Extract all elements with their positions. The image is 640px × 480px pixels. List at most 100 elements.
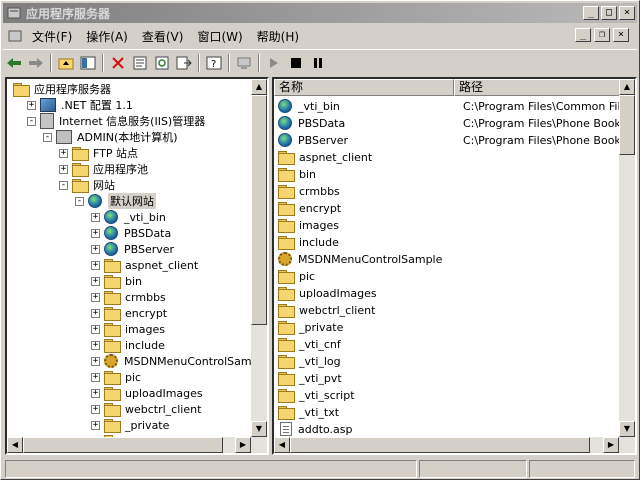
scroll-left-icon[interactable]: ◀ — [274, 437, 290, 453]
list-item[interactable]: _vti_bin C:\Program Files\Common Fil — [278, 98, 621, 114]
list-item[interactable]: _private — [278, 319, 618, 335]
expand-icon[interactable]: + — [91, 388, 100, 398]
list-item[interactable]: _vti_pvt — [278, 370, 618, 386]
list-item[interactable]: _vti_txt — [278, 404, 618, 420]
tree-node[interactable]: + aspnet_client — [91, 257, 198, 273]
expand-icon[interactable]: + — [91, 244, 100, 254]
tree-node[interactable]: + uploadImages — [91, 385, 203, 401]
scroll-thumb[interactable] — [290, 437, 590, 453]
expand-icon[interactable]: + — [91, 340, 100, 350]
tree-node[interactable]: + webctrl_client — [91, 401, 201, 417]
tree-node[interactable]: - ADMIN(本地计算机) — [43, 129, 178, 145]
list-item[interactable]: _vti_script — [278, 387, 618, 403]
server-icon[interactable] — [233, 53, 255, 73]
expand-icon[interactable]: + — [91, 212, 100, 222]
tree-node[interactable]: + encrypt — [91, 305, 167, 321]
show-tree-icon[interactable] — [77, 53, 99, 73]
collapse-icon[interactable]: - — [43, 132, 52, 142]
collapse-icon[interactable]: - — [75, 196, 84, 206]
tree-node[interactable]: + MSDNMenuControlSample — [91, 353, 267, 369]
list-pane[interactable]: 名称 路径 _vti_bin C:\Program Files\Common Fi… — [272, 77, 637, 455]
list-item[interactable]: webctrl_client — [278, 302, 618, 318]
list-item[interactable]: crmbbs — [278, 183, 618, 199]
tree-horizontal-scrollbar[interactable]: ◀ ▶ — [7, 437, 267, 453]
title-bar[interactable]: 应用程序服务器 _ □ × — [3, 3, 637, 23]
tree-node[interactable]: + bin — [91, 273, 142, 289]
tree-node[interactable]: 应用程序服务器 — [11, 81, 111, 97]
minimize-button[interactable]: _ — [583, 6, 599, 20]
mdi-minimize-button[interactable]: _ — [575, 28, 591, 42]
scroll-right-icon[interactable]: ▶ — [603, 437, 619, 453]
tree-pane[interactable]: 应用程序服务器 + .NET 配置 1.1- Internet 信息服务(IIS)管理… — [5, 77, 269, 455]
expand-icon[interactable]: + — [59, 164, 68, 174]
expand-icon[interactable]: + — [27, 100, 36, 110]
pause-icon[interactable] — [307, 53, 329, 73]
list-item[interactable]: uploadImages — [278, 285, 618, 301]
menu-help[interactable]: 帮助(H) — [250, 28, 306, 45]
tree-node[interactable]: + crmbbs — [91, 289, 166, 305]
expand-icon[interactable]: + — [91, 404, 100, 414]
menu-action[interactable]: 操作(A) — [79, 28, 135, 45]
tree-node[interactable]: + PBSData — [91, 225, 171, 241]
tree-node[interactable]: + include — [91, 337, 165, 353]
list-item[interactable]: PBSData C:\Program Files\Phone Book — [278, 115, 621, 131]
stop-icon[interactable] — [285, 53, 307, 73]
expand-icon[interactable]: + — [91, 292, 100, 302]
list-item[interactable]: _vti_cnf — [278, 336, 618, 352]
tree-node[interactable]: + pic — [91, 369, 141, 385]
export-icon[interactable] — [173, 53, 195, 73]
scroll-thumb[interactable] — [23, 437, 223, 453]
mdi-icon[interactable] — [7, 28, 23, 44]
list-item[interactable]: include — [278, 234, 618, 250]
list-item[interactable]: images — [278, 217, 618, 233]
tree-node[interactable]: + FTP 站点 — [59, 145, 138, 161]
help-icon[interactable]: ? — [203, 53, 225, 73]
scroll-thumb[interactable] — [619, 95, 635, 155]
back-icon[interactable] — [3, 53, 25, 73]
delete-icon[interactable] — [107, 53, 129, 73]
tree-node[interactable]: + _vti_bin — [91, 209, 166, 225]
list-horizontal-scrollbar[interactable]: ◀ ▶ — [274, 437, 635, 453]
up-folder-icon[interactable] — [55, 53, 77, 73]
tree-node[interactable]: - 网站 — [59, 177, 115, 193]
expand-icon[interactable]: + — [91, 420, 100, 430]
tree-node[interactable]: - 默认网站 — [75, 193, 156, 209]
expand-icon[interactable]: + — [91, 308, 100, 318]
expand-icon[interactable]: + — [91, 324, 100, 334]
scroll-up-icon[interactable]: ▲ — [251, 79, 267, 95]
collapse-icon[interactable]: - — [59, 180, 68, 190]
tree-node[interactable]: + _private — [91, 417, 169, 433]
scroll-left-icon[interactable]: ◀ — [7, 437, 23, 453]
menu-window[interactable]: 窗口(W) — [190, 28, 249, 45]
tree-node[interactable]: - Internet 信息服务(IIS)管理器 — [27, 113, 205, 129]
menu-file[interactable]: 文件(F) — [25, 28, 79, 45]
scroll-up-icon[interactable]: ▲ — [619, 79, 635, 95]
expand-icon[interactable]: + — [91, 228, 100, 238]
close-button[interactable]: × — [619, 6, 635, 20]
expand-icon[interactable]: + — [59, 148, 68, 158]
collapse-icon[interactable]: - — [27, 116, 36, 126]
list-item[interactable]: PBServer C:\Program Files\Phone Book — [278, 132, 621, 148]
scroll-thumb[interactable] — [251, 95, 267, 325]
forward-icon[interactable] — [25, 53, 47, 73]
list-item[interactable]: bin — [278, 166, 618, 182]
tree-node[interactable]: + .NET 配置 1.1 — [27, 97, 133, 113]
expand-icon[interactable]: + — [91, 372, 100, 382]
list-item[interactable]: MSDNMenuControlSample — [278, 251, 618, 267]
tree-node[interactable]: + 应用程序池 — [59, 161, 148, 177]
scroll-right-icon[interactable]: ▶ — [235, 437, 251, 453]
column-header-name[interactable]: 名称 — [274, 79, 454, 96]
tree-node[interactable]: + PBServer — [91, 241, 174, 257]
tree-node[interactable]: + images — [91, 321, 165, 337]
menu-view[interactable]: 查看(V) — [135, 28, 191, 45]
play-icon[interactable] — [263, 53, 285, 73]
properties-icon[interactable] — [129, 53, 151, 73]
list-item[interactable]: addto.asp — [278, 421, 618, 437]
list-item[interactable]: encrypt — [278, 200, 618, 216]
list-item[interactable]: _vti_log — [278, 353, 618, 369]
list-item[interactable]: aspnet_client — [278, 149, 618, 165]
expand-icon[interactable]: + — [91, 276, 100, 286]
column-header-path[interactable]: 路径 — [454, 79, 621, 96]
mdi-close-button[interactable]: × — [613, 28, 629, 42]
refresh-icon[interactable] — [151, 53, 173, 73]
